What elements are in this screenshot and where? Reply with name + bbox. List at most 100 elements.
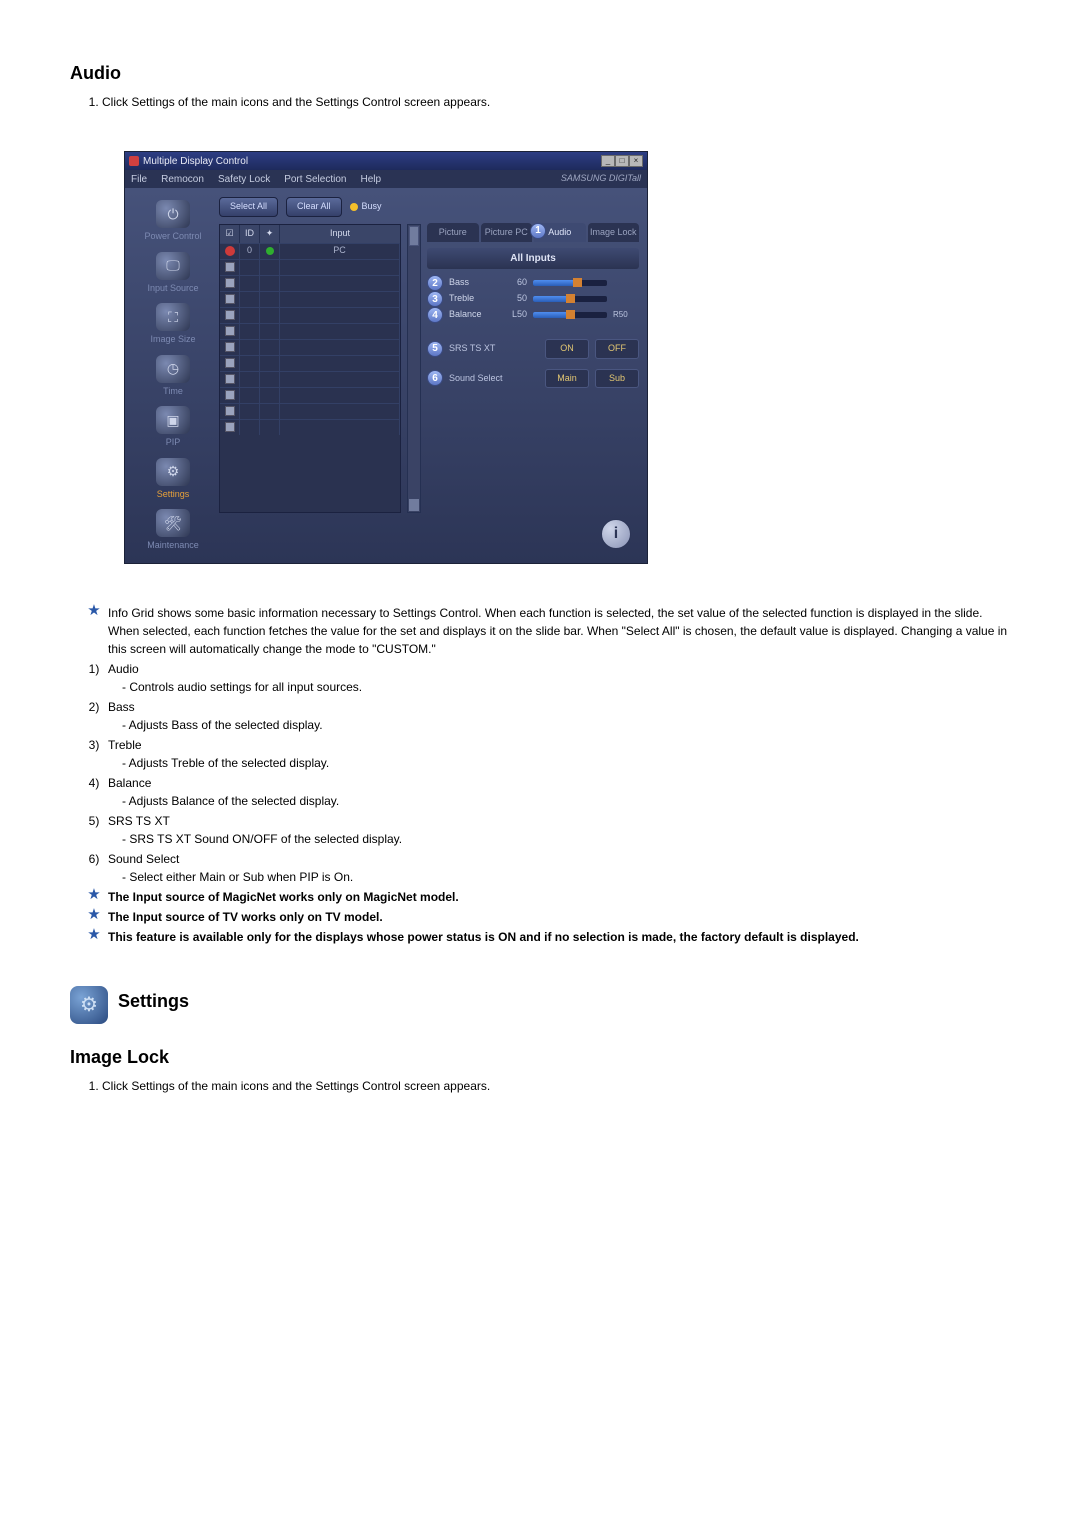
brand-label: SAMSUNG DIGITall bbox=[561, 172, 641, 186]
grid-row[interactable] bbox=[220, 371, 400, 387]
slider-value: 50 bbox=[501, 292, 527, 306]
slider-thumb[interactable] bbox=[566, 294, 575, 303]
list-item-title: Balance bbox=[108, 774, 1010, 792]
grid-row[interactable] bbox=[220, 307, 400, 323]
status-dot-icon bbox=[266, 247, 274, 255]
grid-row[interactable] bbox=[220, 323, 400, 339]
window-minimize-button[interactable]: _ bbox=[601, 155, 615, 167]
list-item-title: SRS TS XT bbox=[108, 812, 1010, 830]
sidebar-label: Power Control bbox=[133, 230, 213, 244]
image-lock-heading: Image Lock bbox=[70, 1044, 1010, 1071]
busy-dot-icon bbox=[350, 203, 358, 211]
list-item-title: Bass bbox=[108, 698, 1010, 716]
scrollbar-thumb[interactable] bbox=[409, 226, 419, 246]
sidebar-label: Image Size bbox=[133, 333, 213, 347]
tab-image-lock[interactable]: Image Lock bbox=[588, 223, 640, 243]
sidebar-item-pip[interactable]: ▣ PIP bbox=[133, 402, 213, 452]
busy-label: Busy bbox=[362, 200, 382, 214]
menu-help[interactable]: Help bbox=[360, 172, 381, 187]
list-number: 4) bbox=[86, 774, 102, 810]
badge-1: 1 bbox=[530, 223, 546, 239]
grid-row[interactable] bbox=[220, 355, 400, 371]
settings-panel: Picture Picture PC 1 Audio Image Lock Al… bbox=[427, 224, 639, 513]
grid-cell-input: PC bbox=[280, 244, 400, 259]
toggle-option-a[interactable]: ON bbox=[545, 339, 589, 359]
settings-section-icon: ⚙ bbox=[70, 986, 108, 1024]
grid-row[interactable] bbox=[220, 403, 400, 419]
info-grid: ☑ ID ✦ Input 0 PC bbox=[219, 224, 401, 513]
menu-remocon[interactable]: Remocon bbox=[161, 172, 204, 187]
grid-header-status: ✦ bbox=[260, 225, 280, 243]
row-checkbox[interactable] bbox=[225, 294, 235, 304]
audio-heading: Audio bbox=[70, 60, 1010, 87]
clear-all-button[interactable]: Clear All bbox=[286, 197, 342, 217]
sidebar-item-input-source[interactable]: 🖵 Input Source bbox=[133, 248, 213, 298]
toggle-label: SRS TS XT bbox=[449, 342, 539, 356]
row-checkbox[interactable] bbox=[225, 390, 235, 400]
grid-row[interactable] bbox=[220, 339, 400, 355]
toggle-row-sound-select: 6Sound SelectMainSub bbox=[427, 369, 639, 389]
row-checkbox[interactable] bbox=[225, 342, 235, 352]
tab-audio[interactable]: 1 Audio bbox=[534, 223, 586, 243]
row-checkbox[interactable] bbox=[225, 278, 235, 288]
pip-icon: ▣ bbox=[156, 406, 190, 434]
row-checkbox[interactable] bbox=[225, 374, 235, 384]
sidebar-item-maintenance[interactable]: 🛠 Maintenance bbox=[133, 505, 213, 555]
audio-step-1: Click Settings of the main icons and the… bbox=[102, 93, 1010, 111]
power-icon: ⏻ bbox=[156, 200, 190, 228]
tab-picture[interactable]: Picture bbox=[427, 223, 479, 243]
window-maximize-button[interactable]: □ bbox=[615, 155, 629, 167]
slider-treble[interactable] bbox=[533, 296, 607, 302]
toggle-option-b[interactable]: Sub bbox=[595, 369, 639, 389]
grid-row[interactable] bbox=[220, 387, 400, 403]
info-button[interactable]: i bbox=[601, 519, 631, 549]
row-checkbox[interactable] bbox=[225, 406, 235, 416]
grid-row[interactable] bbox=[220, 291, 400, 307]
grid-row[interactable] bbox=[220, 275, 400, 291]
badge-3: 3 bbox=[427, 291, 443, 307]
sidebar-item-power-control[interactable]: ⏻ Power Control bbox=[133, 196, 213, 246]
grid-scrollbar[interactable] bbox=[407, 224, 421, 513]
menu-file[interactable]: File bbox=[131, 172, 147, 187]
app-window: Multiple Display Control _ □ × File Remo… bbox=[124, 151, 648, 564]
panel-section-head: All Inputs bbox=[427, 248, 639, 269]
row-checkbox[interactable] bbox=[225, 422, 235, 432]
list-item-desc: - Controls audio settings for all input … bbox=[122, 678, 1010, 696]
row-checkbox[interactable] bbox=[225, 310, 235, 320]
sidebar-item-time[interactable]: ◷ Time bbox=[133, 351, 213, 401]
list-number: 3) bbox=[86, 736, 102, 772]
toggle-option-b[interactable]: OFF bbox=[595, 339, 639, 359]
menu-port-selection[interactable]: Port Selection bbox=[284, 172, 346, 187]
list-number: 2) bbox=[86, 698, 102, 734]
tab-picture-pc[interactable]: Picture PC bbox=[481, 223, 533, 243]
image-size-icon: ⛶ bbox=[156, 303, 190, 331]
row-checkbox[interactable] bbox=[225, 358, 235, 368]
sidebar-label: Settings bbox=[133, 488, 213, 502]
grid-row[interactable]: 0 PC bbox=[220, 243, 400, 259]
grid-row[interactable] bbox=[220, 419, 400, 435]
sidebar-item-image-size[interactable]: ⛶ Image Size bbox=[133, 299, 213, 349]
settings-icon: ⚙ bbox=[156, 458, 190, 486]
row-checkbox[interactable] bbox=[225, 262, 235, 272]
slider-thumb[interactable] bbox=[573, 278, 582, 287]
maintenance-icon: 🛠 bbox=[156, 509, 190, 537]
grid-row[interactable] bbox=[220, 259, 400, 275]
sidebar-item-settings[interactable]: ⚙ Settings bbox=[133, 454, 213, 504]
settings-heading: Settings bbox=[118, 988, 189, 1015]
slider-bass[interactable] bbox=[533, 280, 607, 286]
slider-thumb[interactable] bbox=[566, 310, 575, 319]
slider-balance[interactable] bbox=[533, 312, 607, 318]
sidebar-label: Input Source bbox=[133, 282, 213, 296]
titlebar[interactable]: Multiple Display Control _ □ × bbox=[125, 152, 647, 170]
menu-safety-lock[interactable]: Safety Lock bbox=[218, 172, 270, 187]
slider-label: Balance bbox=[449, 308, 495, 322]
window-close-button[interactable]: × bbox=[629, 155, 643, 167]
grid-header-id: ID bbox=[240, 225, 260, 243]
scrollbar-down-arrow-icon[interactable] bbox=[409, 499, 419, 511]
note-tv: The Input source of TV works only on TV … bbox=[108, 908, 1010, 926]
list-item-title: Audio bbox=[108, 660, 1010, 678]
toggle-option-a[interactable]: Main bbox=[545, 369, 589, 389]
select-all-button[interactable]: Select All bbox=[219, 197, 278, 217]
row-checkbox[interactable] bbox=[225, 326, 235, 336]
grid-header-checkbox[interactable]: ☑ bbox=[220, 225, 240, 243]
